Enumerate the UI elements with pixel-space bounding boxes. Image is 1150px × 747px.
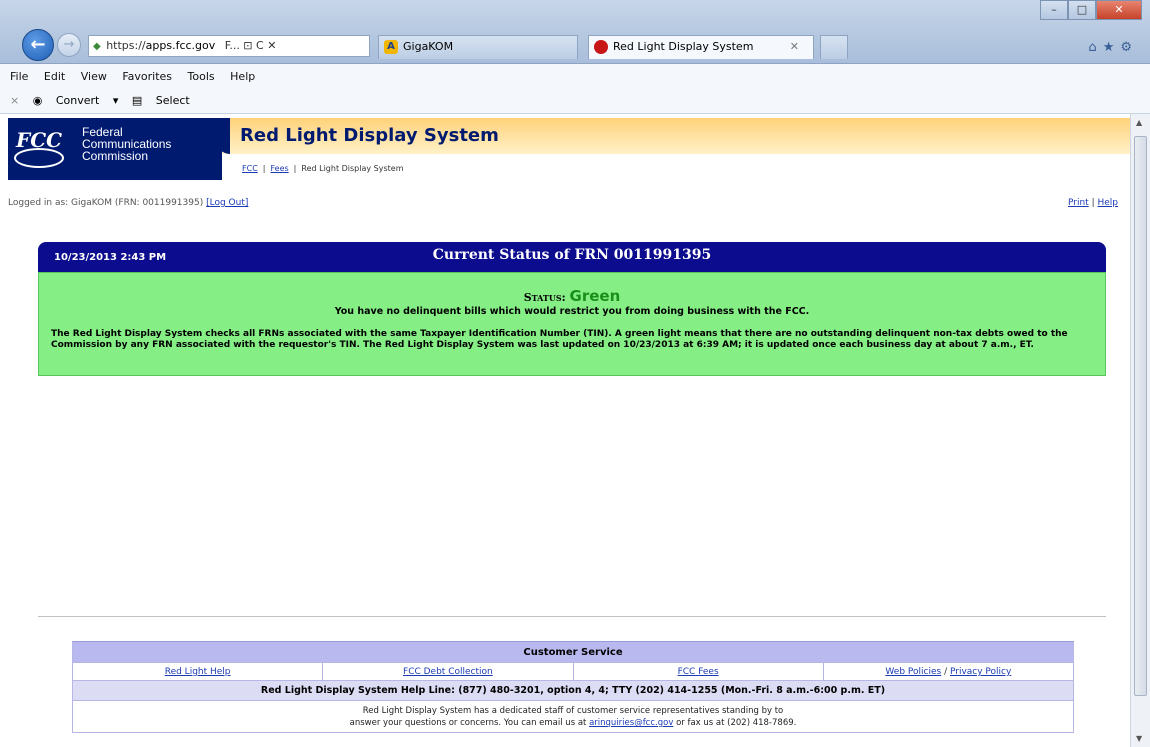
logged-in-info: Logged in as: GigaKOM (FRN: 0011991395) … [8, 198, 248, 208]
info-line2-suffix: or fax us at (202) 418-7869. [676, 718, 797, 728]
privacy-policy-link[interactable]: Privacy Policy [950, 667, 1011, 677]
select-button[interactable]: ▤ Select [132, 94, 200, 107]
browser-titlebar: ← → ◆ https://apps.fcc.gov F... ⊡ C ✕ A … [0, 0, 1150, 64]
home-icon[interactable]: ⌂ [1088, 40, 1102, 55]
customer-service-info: Red Light Display System has a dedicated… [72, 701, 1074, 733]
select-label: Select [155, 94, 190, 107]
close-toolbar-icon[interactable]: × [10, 94, 19, 107]
command-bar: × ◉ Convert ▾ ▤ Select [0, 90, 1150, 114]
status-value: Green [569, 287, 621, 305]
print-link[interactable]: Print [1068, 198, 1089, 208]
back-arrow-icon[interactable]: ← [22, 29, 54, 61]
tab-label: GigaKOM [403, 40, 454, 53]
status-title: Current Status of FRN 0011991395 [432, 247, 712, 263]
address-controls[interactable]: F... ⊡ C ✕ [225, 39, 277, 52]
tab-gigakom[interactable]: A GigaKOM [378, 35, 578, 59]
logged-in-text: Logged in as: GigaKOM (FRN: 0011991395) [8, 198, 204, 208]
web-policies-link[interactable]: Web Policies [885, 667, 941, 677]
breadcrumb: FCC | Fees | Red Light Display System [242, 164, 404, 173]
status-line: Status: Green [39, 287, 1105, 305]
menu-bar: File Edit View Favorites Tools Help [0, 64, 1150, 90]
forward-arrow-icon[interactable]: → [57, 33, 81, 57]
convert-icon: ◉ [32, 94, 43, 107]
fcc-fees-link[interactable]: FCC Fees [678, 667, 719, 677]
utility-links: Print | Help [1068, 198, 1118, 208]
info-line2: answer your questions or concerns. You c… [73, 717, 1073, 729]
email-link[interactable]: arinquiries@fcc.gov [589, 718, 673, 728]
red-light-help-link[interactable]: Red Light Help [165, 667, 231, 677]
status-label: Status: [523, 291, 566, 304]
tab-red-light-display-system[interactable]: Red Light Display System ✕ [588, 35, 814, 59]
status-description: The Red Light Display System checks all … [51, 329, 1068, 350]
info-line1: Red Light Display System has a dedicated… [362, 706, 784, 716]
favorites-star-icon[interactable]: ★ [1103, 40, 1121, 55]
breadcrumb-current: Red Light Display System [301, 164, 404, 173]
tab-label: Red Light Display System [613, 40, 754, 53]
customer-service-title: Customer Service [72, 641, 1074, 663]
divider [38, 616, 1106, 617]
helpline-info: Red Light Display System Help Line: (877… [72, 681, 1074, 701]
address-host: apps.fcc.gov [145, 39, 216, 52]
fcc-logo[interactable]: FCC Federal Communications Commission [8, 118, 222, 180]
tab-close-icon[interactable]: ✕ [790, 36, 799, 58]
scroll-up-arrow-icon[interactable]: ▲ [1136, 118, 1142, 127]
debt-collection-link[interactable]: FCC Debt Collection [403, 667, 493, 677]
help-link[interactable]: Help [1097, 198, 1118, 208]
menu-edit[interactable]: Edit [44, 70, 65, 83]
fcc-favicon-icon [594, 40, 608, 54]
select-icon: ▤ [131, 94, 143, 107]
minimize-icon[interactable]: – [1040, 0, 1068, 20]
menu-file[interactable]: File [10, 70, 28, 83]
fcc-logo-text: Federal Communications Commission [82, 126, 171, 162]
scroll-down-arrow-icon[interactable]: ▼ [1136, 734, 1142, 743]
address-scheme: https:// [106, 39, 146, 52]
menu-view[interactable]: View [81, 70, 107, 83]
page-viewport: FCC Federal Communications Commission Re… [0, 114, 1130, 747]
scrollbar-thumb[interactable] [1134, 136, 1147, 696]
convert-button[interactable]: ◉ Convert ▾ [33, 94, 119, 107]
close-window-icon[interactable]: ✕ [1096, 0, 1142, 20]
site-icon: ◆ [93, 41, 101, 52]
menu-favorites[interactable]: Favorites [122, 70, 172, 83]
browser-right-icons: ⌂★⚙ [1088, 40, 1138, 55]
status-panel: Status: Green You have no delinquent bil… [38, 272, 1106, 376]
info-line2-prefix: answer your questions or concerns. You c… [349, 718, 587, 728]
breadcrumb-fees-link[interactable]: Fees [270, 164, 288, 173]
app-title: Red Light Display System [240, 125, 499, 146]
cell-red-light-help: Red Light Help [73, 663, 324, 680]
status-message: You have no delinquent bills which would… [334, 306, 810, 317]
cell-debt-collection: FCC Debt Collection [323, 663, 574, 680]
new-tab-button[interactable] [820, 35, 848, 59]
menu-tools[interactable]: Tools [188, 70, 215, 83]
menu-help[interactable]: Help [230, 70, 255, 83]
breadcrumb-fcc-link[interactable]: FCC [242, 164, 258, 173]
logout-link[interactable]: [Log Out] [206, 198, 248, 208]
fcc-seal-icon [14, 148, 64, 168]
window-controls: – □ ✕ [1040, 0, 1142, 20]
logo-line3: Commission [82, 149, 149, 163]
customer-service-table: Customer Service Red Light Help FCC Debt… [72, 641, 1074, 733]
gear-icon[interactable]: ⚙ [1120, 40, 1138, 55]
address-bar[interactable]: ◆ https://apps.fcc.gov F... ⊡ C ✕ [88, 35, 370, 57]
customer-service-links: Red Light Help FCC Debt Collection FCC F… [72, 663, 1074, 681]
cell-policies: Web Policies / Privacy Policy [885, 667, 1012, 677]
convert-label: Convert [55, 94, 100, 107]
status-header: Current Status of FRN 0011991395 10/23/2… [38, 242, 1106, 272]
cell-fees: FCC Fees [574, 663, 824, 680]
vertical-scrollbar[interactable]: ▲ ▼ [1130, 114, 1150, 747]
gigakom-favicon-icon: A [384, 40, 398, 54]
maximize-icon[interactable]: □ [1068, 0, 1096, 20]
status-datetime: 10/23/2013 2:43 PM [54, 252, 167, 263]
